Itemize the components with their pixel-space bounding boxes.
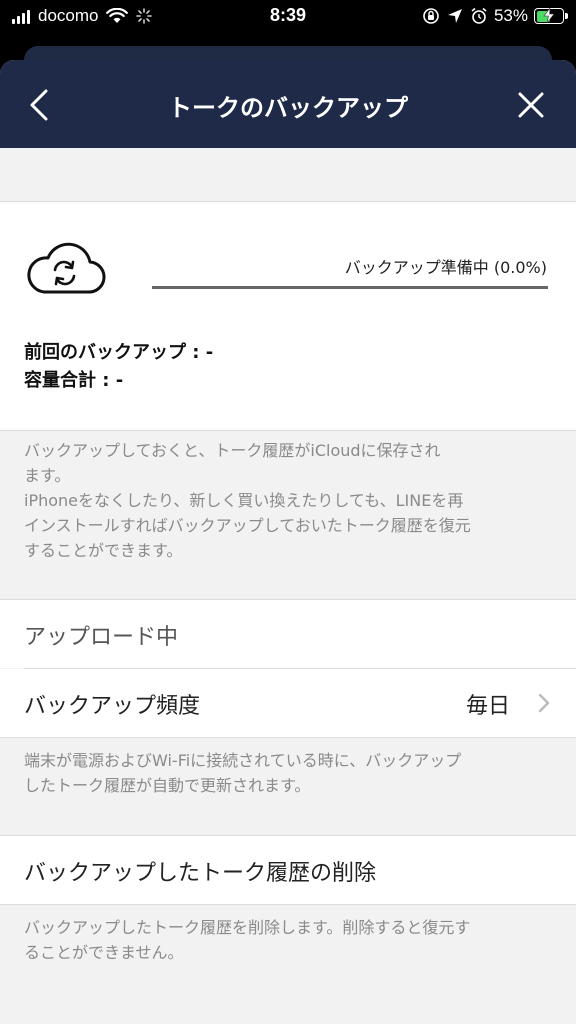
upload-status-row: アップロード中 — [0, 600, 576, 668]
total-size-label: 容量合計 : - — [24, 370, 124, 391]
backup-description: バックアップしておくと、トーク履歴がiCloudに保存され ます。 iPhone… — [24, 438, 552, 563]
status-right: 53% — [422, 6, 568, 26]
backup-status-card: バックアップ準備中 (0.0%) 前回のバックアップ : - 容量合計 : - — [0, 201, 576, 431]
alarm-icon — [471, 7, 487, 24]
description-line: したトーク履歴が自動で更新されます。 — [24, 776, 311, 795]
close-icon[interactable] — [516, 90, 546, 120]
upload-status-label: アップロード中 — [24, 625, 179, 650]
battery-percent: 53% — [493, 6, 528, 25]
backup-sheet: トークのバックアップ バックアップ準備中 (0.0%) 前回のバックアップ : … — [0, 60, 576, 1024]
cloud-sync-icon — [27, 242, 106, 294]
backup-frequency-value: 毎日 — [465, 694, 510, 719]
description-line: ることができません。 — [24, 943, 184, 962]
battery-icon — [534, 8, 568, 24]
delete-backup-label: バックアップしたトーク履歴の削除 — [24, 861, 377, 886]
progress-bar — [152, 286, 548, 289]
delete-backup-row[interactable]: バックアップしたトーク履歴の削除 — [0, 836, 576, 904]
progress-bar-fill — [152, 286, 548, 289]
last-backup-label: 前回のバックアップ : - — [24, 342, 214, 363]
description-line: iPhoneをなくしたり、新しく買い換えたりしても、LINEを再 — [24, 491, 464, 510]
delete-description: バックアップしたトーク履歴を削除します。削除すると復元す ることができません。 — [24, 915, 552, 965]
description-line: インストールすればバックアップしておいたトーク履歴を復元 — [24, 516, 471, 535]
progress-status-text: バックアップ準備中 (0.0%) — [344, 258, 547, 277]
navigation-bar: トークのバックアップ — [0, 60, 576, 148]
chevron-right-icon — [538, 693, 550, 713]
orientation-lock-icon — [423, 8, 439, 24]
description-line: バックアップしたトーク履歴を削除します。削除すると復元す — [24, 918, 471, 937]
description-line: 端末が電源およびWi-Fiに接続されている時に、バックアップ — [24, 751, 462, 770]
description-line: することができます。 — [24, 541, 183, 560]
backup-frequency-label: バックアップ頻度 — [24, 694, 201, 719]
page-title: トークのバックアップ — [168, 94, 408, 122]
description-line: ます。 — [24, 466, 71, 485]
location-icon — [447, 9, 462, 23]
status-bar: docomo 8:39 53% — [0, 0, 576, 34]
backup-frequency-row[interactable]: バックアップ頻度 毎日 — [0, 669, 576, 737]
frequency-description: 端末が電源およびWi-Fiに接続されている時に、バックアップ したトーク履歴が自… — [24, 748, 552, 798]
description-line: バックアップしておくと、トーク履歴がiCloudに保存され — [24, 441, 441, 460]
